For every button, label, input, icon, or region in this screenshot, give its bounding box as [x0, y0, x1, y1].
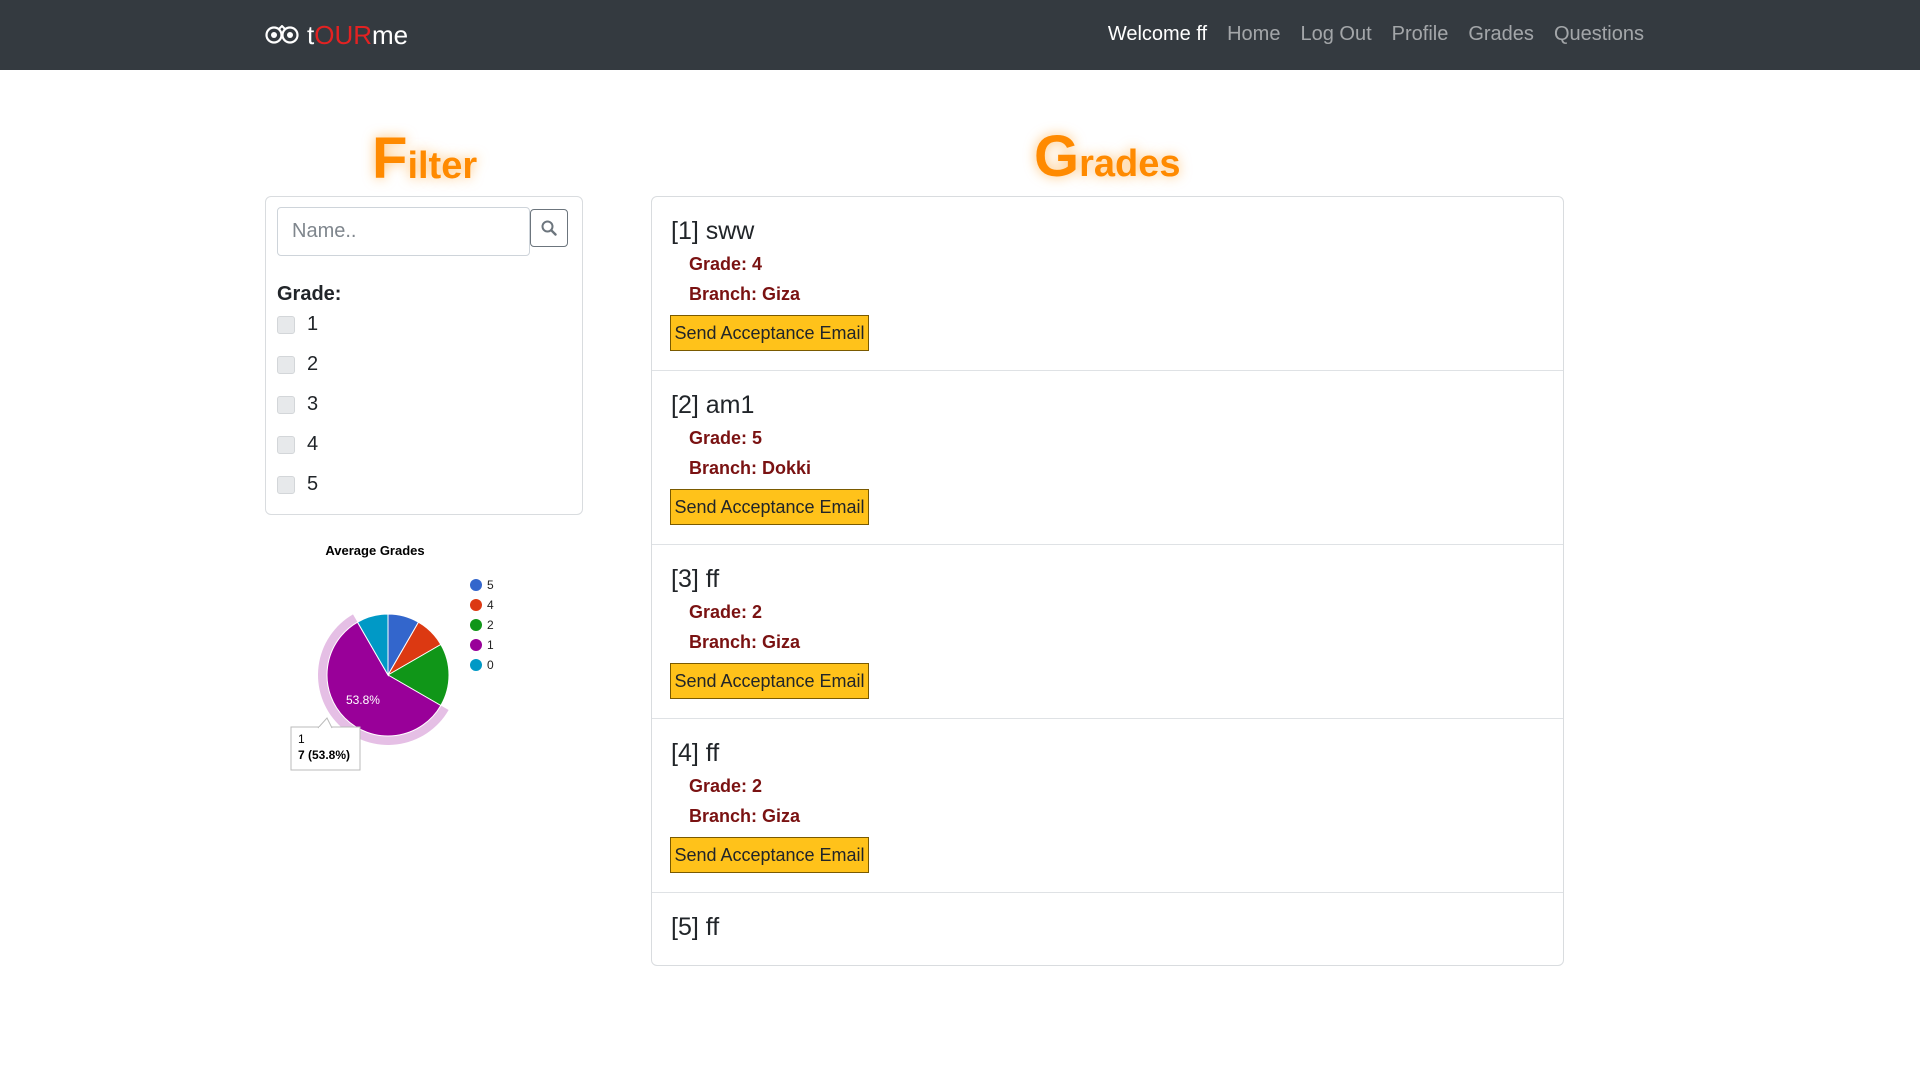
grade-checkbox[interactable]	[277, 475, 295, 494]
grade-checkbox[interactable]	[277, 395, 295, 414]
chart-title: Average Grades	[325, 543, 424, 558]
name-search-input[interactable]	[277, 207, 530, 256]
send-acceptance-email-button[interactable]: Send Acceptance Email	[670, 315, 869, 351]
legend-label-2: 2	[487, 618, 494, 632]
grade-item-branch: Branch: Dokki	[689, 458, 812, 478]
grades-list-card: [1] sww Grade: 4 Branch: Giza Send Accep…	[651, 196, 1564, 966]
grade-item-branch: Branch: Giza	[689, 284, 801, 304]
filter-card: Grade: 1 2 3 4 5	[265, 196, 583, 515]
pie-slice-label: 53.8%	[346, 693, 380, 707]
legend-swatch-2	[470, 619, 482, 631]
grade-option-1[interactable]: 1	[277, 313, 318, 336]
grade-item-branch: Branch: Giza	[689, 632, 801, 652]
filter-heading-initial: F	[372, 126, 408, 191]
search-button[interactable]	[530, 209, 568, 247]
grade-option-2[interactable]: 2	[277, 353, 318, 376]
grade-list-item: [2] am1 Grade: 5 Branch: Dokki Send Acce…	[652, 371, 1563, 545]
grade-item-title: [2] am1	[671, 391, 755, 419]
search-icon	[541, 220, 557, 236]
legend-swatch-0	[470, 659, 482, 671]
grade-option-label: 2	[307, 353, 319, 375]
grades-heading-rest: rades	[1079, 143, 1181, 185]
tooltip-category: 1	[298, 732, 305, 746]
grade-item-grade: Grade: 2	[689, 602, 763, 622]
tooltip-value: 7 (53.8%)	[298, 748, 350, 762]
grade-item-title: [1] sww	[671, 217, 755, 245]
grade-item-grade: Grade: 2	[689, 776, 763, 796]
brand-text-post: me	[372, 19, 409, 50]
legend-swatch-1	[470, 639, 482, 651]
brand-logo[interactable]: t OUR me	[265, 19, 409, 50]
grade-option-3[interactable]: 3	[277, 393, 318, 416]
send-acceptance-email-button[interactable]: Send Acceptance Email	[670, 837, 869, 873]
grade-option-label: 4	[307, 433, 319, 455]
nav-profile[interactable]: Profile	[1392, 23, 1449, 46]
pie-chart-svg: Average Grades 53.8% 5 4 2 1 0 1 7 (53.8%)	[290, 543, 494, 771]
send-acceptance-email-button[interactable]: Send Acceptance Email	[670, 489, 869, 525]
tooltip-pointer	[317, 717, 333, 729]
average-grades-chart: Average Grades 53.8% 5 4 2 1 0 1 7 (53.8%)	[280, 535, 520, 775]
legend-swatch-5	[470, 579, 482, 591]
grade-item-grade: Grade: 4	[689, 254, 763, 274]
tooltip-pointer-mask	[319, 727, 331, 729]
grade-checkbox[interactable]	[277, 435, 295, 454]
legend-label-0: 0	[487, 658, 494, 672]
legend-label-5: 5	[487, 578, 494, 592]
navbar: t OUR me Welcome ff Home Log Out Profile G…	[0, 0, 1920, 70]
nav-logout[interactable]: Log Out	[1300, 23, 1371, 46]
nav-home[interactable]: Home	[1227, 23, 1280, 46]
send-acceptance-email-button[interactable]: Send Acceptance Email	[670, 663, 869, 699]
filter-heading-rest: ilter	[407, 145, 478, 187]
nav-welcome[interactable]: Welcome ff	[1108, 23, 1207, 46]
grade-item-title: [3] ff	[671, 565, 720, 593]
grade-item-title: [4] ff	[671, 739, 720, 767]
grade-option-4[interactable]: 4	[277, 433, 318, 456]
nav-questions[interactable]: Questions	[1554, 23, 1644, 46]
grade-checkbox[interactable]	[277, 315, 295, 334]
grade-option-5[interactable]: 5	[277, 473, 318, 496]
owl-eyes-icon	[265, 25, 299, 44]
nav-grades[interactable]: Grades	[1468, 23, 1534, 46]
grade-option-label: 5	[307, 473, 319, 495]
grades-heading: Grades	[1034, 128, 1181, 186]
grade-list-item: [1] sww Grade: 4 Branch: Giza Send Accep…	[652, 197, 1563, 371]
grade-list-item: [3] ff Grade: 2 Branch: Giza Send Accept…	[652, 545, 1563, 719]
grade-list-item: [4] ff Grade: 2 Branch: Giza Send Accept…	[652, 719, 1563, 893]
grade-list-item: [5] ff	[652, 893, 1563, 1067]
legend-label-4: 4	[487, 598, 494, 612]
legend-label-1: 1	[487, 638, 494, 652]
nav-links: Welcome ff Home Log Out Profile Grades Q…	[1108, 23, 1644, 46]
grade-item-grade: Grade: 5	[689, 428, 763, 448]
grade-option-label: 3	[307, 393, 319, 415]
legend-swatch-4	[470, 599, 482, 611]
filter-heading: Filter	[372, 130, 477, 188]
grades-heading-initial: G	[1034, 124, 1080, 189]
grade-filter-label: Grade:	[277, 283, 342, 305]
brand-text-pre: t	[307, 19, 315, 50]
grade-item-branch: Branch: Giza	[689, 806, 801, 826]
grade-item-title: [5] ff	[671, 913, 720, 941]
grade-checkbox[interactable]	[277, 355, 295, 374]
grade-option-label: 1	[307, 313, 319, 335]
brand-text-red: OUR	[314, 19, 373, 50]
